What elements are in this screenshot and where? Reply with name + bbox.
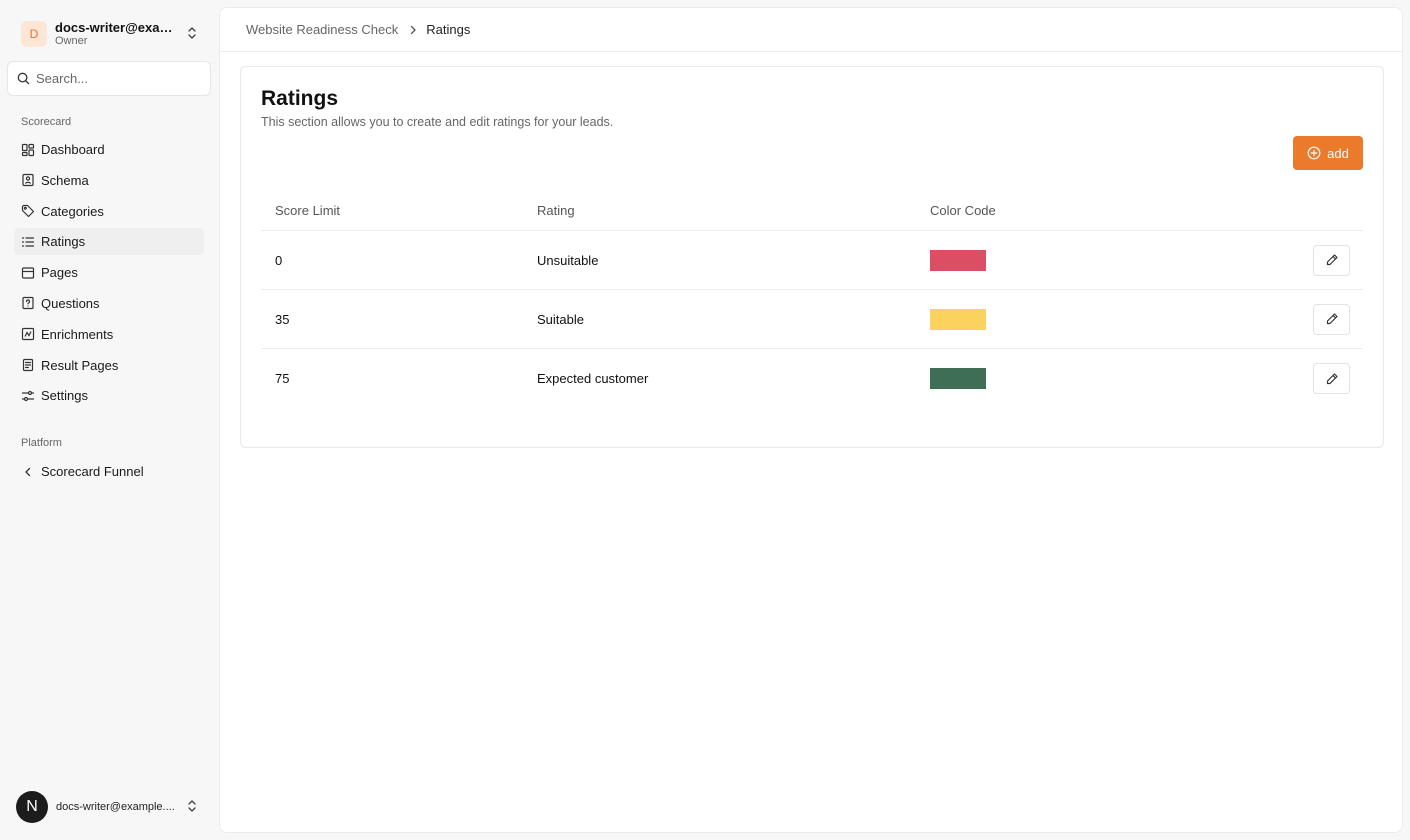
sidebar-item-label: Schema	[41, 172, 89, 188]
cell-score-limit: 0	[275, 252, 283, 268]
search-box	[7, 61, 211, 96]
table-header: Score Limit Rating Color Code	[261, 191, 1363, 231]
sidebar-item-questions[interactable]: Questions	[14, 290, 204, 317]
color-swatch	[930, 249, 986, 271]
account-switcher[interactable]: D docs-writer@exam... Owner	[14, 14, 206, 54]
user-email: docs-writer@example....	[56, 801, 175, 813]
tag-icon	[21, 204, 35, 218]
sidebar-item-label: Result Pages	[41, 357, 119, 373]
pencil-icon	[1325, 253, 1339, 267]
edit-rating-button[interactable]	[1313, 303, 1350, 335]
chevrons-up-down-icon	[186, 799, 198, 813]
sidebar-item-label: Settings	[41, 388, 88, 404]
sidebar-item-dashboard[interactable]: Dashboard	[14, 136, 204, 163]
cell-color-code	[916, 368, 1216, 389]
sidebar-item-result-pages[interactable]: Result Pages	[14, 352, 204, 379]
search-icon	[17, 72, 30, 85]
sidebar-nav: Dashboard Schema Categories Ratings Page…	[14, 136, 204, 413]
edit-rating-button[interactable]	[1313, 244, 1350, 276]
user-menu[interactable]: N docs-writer@example....	[14, 790, 206, 824]
add-button-label: add	[1327, 145, 1349, 161]
column-header-color-code: Color Code	[930, 203, 996, 218]
table-row: 0 Unsuitable	[261, 231, 1363, 290]
sidebar-item-label: Enrichments	[41, 326, 114, 342]
column-header-score-limit: Score Limit	[275, 203, 341, 218]
chevron-right-icon	[409, 25, 417, 35]
cell-actions	[1216, 244, 1363, 276]
cell-color-code	[916, 249, 1216, 271]
sidebar-item-enrichments[interactable]: Enrichments	[14, 321, 204, 348]
account-role: Owner	[55, 35, 88, 47]
account-avatar: D	[21, 21, 47, 47]
pencil-icon	[1325, 372, 1339, 386]
add-rating-button[interactable]: add	[1293, 136, 1363, 170]
table-row: 75 Expected customer	[261, 349, 1363, 408]
sidebar-item-ratings[interactable]: Ratings	[14, 228, 204, 256]
sidebar-item-pages[interactable]: Pages	[14, 259, 204, 286]
ratings-table: Score Limit Rating Color Code 0 Unsuitab…	[261, 191, 1363, 408]
sidebar-item-schema[interactable]: Schema	[14, 167, 204, 194]
result-pages-icon	[21, 358, 35, 372]
main-panel: Website Readiness Check Ratings Ratings …	[219, 7, 1403, 833]
nav-group-label-platform: Platform	[21, 437, 62, 449]
color-swatch	[930, 308, 986, 330]
account-info: docs-writer@exam... Owner	[55, 20, 181, 48]
plus-circle-icon	[1307, 146, 1321, 160]
cell-rating: Expected customer	[537, 371, 649, 386]
breadcrumb-parent[interactable]: Website Readiness Check	[246, 22, 398, 37]
settings-icon	[21, 389, 35, 403]
breadcrumb-current: Ratings	[426, 22, 471, 37]
avatar: N	[16, 791, 48, 823]
cell-actions	[1216, 303, 1363, 335]
platform-nav: Scorecard Funnel	[14, 458, 204, 489]
chevrons-up-down-icon	[186, 26, 198, 40]
pages-icon	[21, 266, 35, 280]
cell-actions	[1216, 363, 1363, 394]
page-subtitle: This section allows you to create and ed…	[261, 115, 614, 129]
sidebar-item-label: Pages	[41, 265, 78, 281]
account-name: docs-writer@exam...	[55, 20, 181, 35]
edit-rating-button[interactable]	[1313, 363, 1350, 394]
breadcrumb: Website Readiness Check Ratings	[220, 8, 1402, 52]
enrichment-icon	[21, 327, 35, 341]
sidebar-item-settings[interactable]: Settings	[14, 382, 204, 409]
cell-score-limit: 35	[275, 311, 290, 327]
cell-score-limit: 75	[275, 371, 290, 386]
sidebar-item-label: Categories	[41, 203, 104, 219]
schema-icon	[21, 173, 35, 187]
sidebar-item-label: Ratings	[41, 234, 86, 250]
sidebar-item-label: Dashboard	[41, 142, 105, 157]
cell-rating: Suitable	[537, 311, 584, 327]
sidebar-item-label: Questions	[41, 295, 100, 311]
search-input[interactable]	[36, 71, 196, 86]
dashboard-icon	[21, 143, 35, 157]
sidebar-item-categories[interactable]: Categories	[14, 198, 204, 225]
sidebar: D docs-writer@exam... Owner Scorecard Da…	[0, 0, 218, 840]
column-header-rating: Rating	[537, 203, 575, 218]
sidebar-item-scorecard-funnel[interactable]: Scorecard Funnel	[14, 458, 204, 485]
chevron-left-icon	[21, 465, 35, 479]
color-swatch	[930, 368, 986, 389]
list-icon	[21, 235, 35, 249]
table-row: 35 Suitable	[261, 290, 1363, 349]
nav-group-label-scorecard: Scorecard	[21, 116, 72, 128]
page-title: Ratings	[261, 87, 339, 110]
pencil-icon	[1325, 312, 1339, 326]
cell-rating: Unsuitable	[537, 252, 599, 268]
sidebar-item-label: Scorecard Funnel	[41, 464, 144, 479]
cell-color-code	[916, 308, 1216, 330]
question-icon	[21, 296, 35, 310]
ratings-card: Ratings This section allows you to creat…	[240, 66, 1384, 448]
